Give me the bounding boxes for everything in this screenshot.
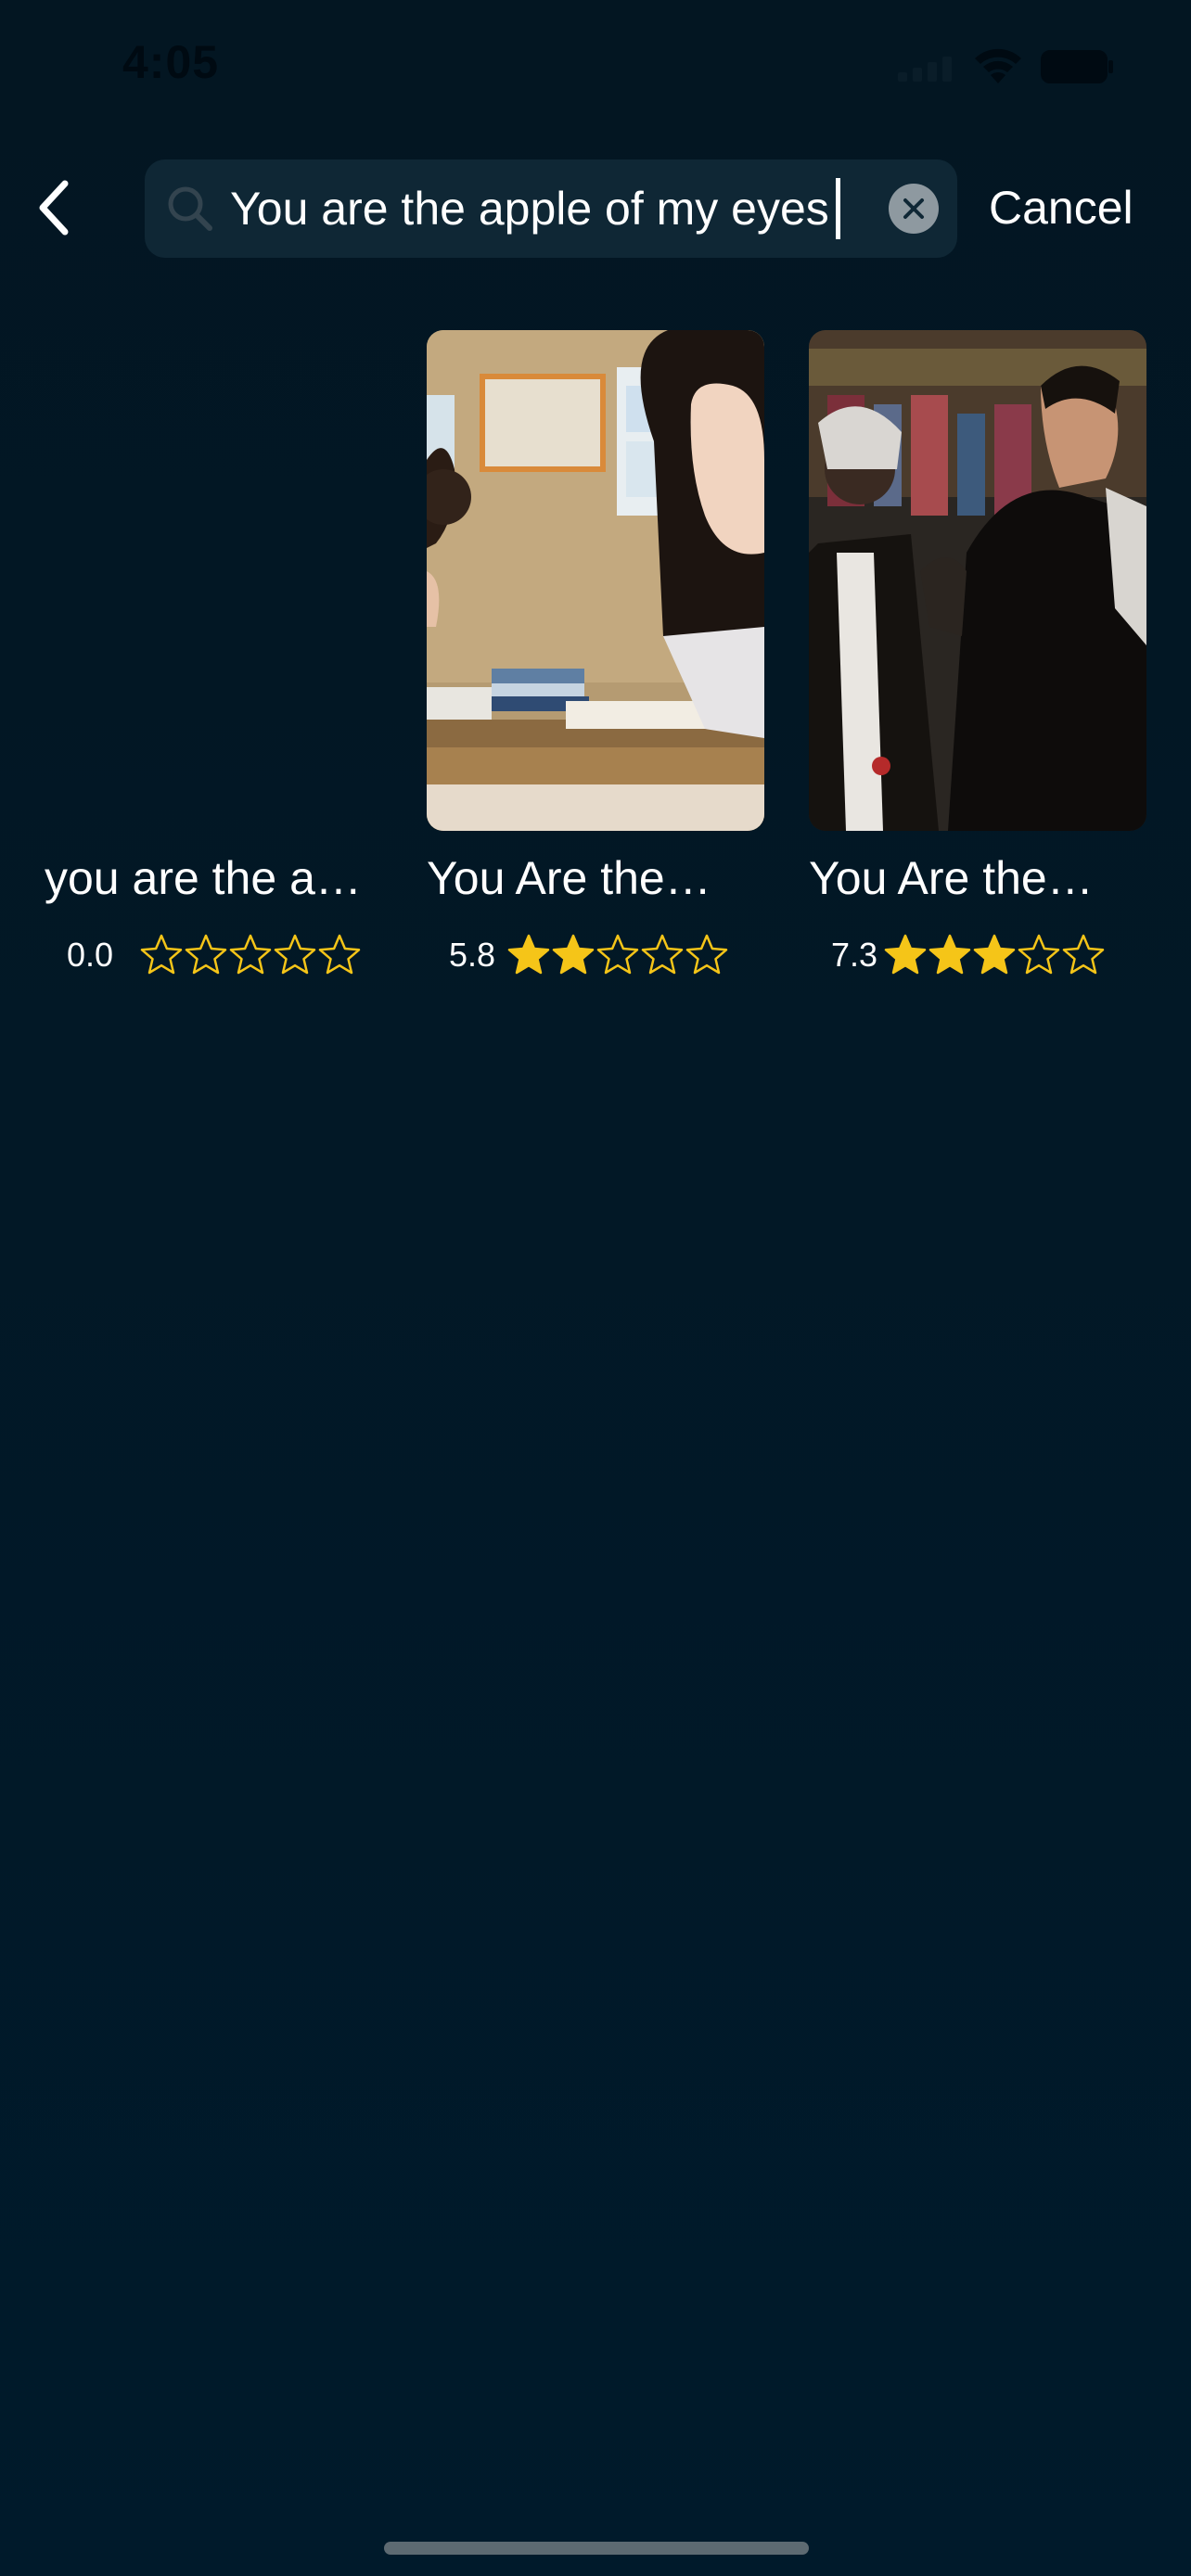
star-filled-icon xyxy=(552,934,595,975)
star-outline-icon xyxy=(229,934,272,975)
star-rating xyxy=(883,933,1106,977)
rating-value: 0.0 xyxy=(67,936,114,974)
star-filled-icon xyxy=(973,934,1016,975)
poster-classroom-image xyxy=(427,330,764,831)
star-filled-icon xyxy=(884,934,927,975)
clear-search-button[interactable] xyxy=(889,184,939,234)
star-outline-icon xyxy=(140,934,183,975)
rating-row: 0.0 xyxy=(45,927,362,983)
cancel-button[interactable]: Cancel xyxy=(989,180,1133,236)
wifi-icon xyxy=(975,48,1021,83)
text-cursor xyxy=(836,178,840,239)
battery-icon xyxy=(1041,50,1113,83)
star-outline-icon xyxy=(685,934,728,975)
poster-street-image xyxy=(809,330,1146,831)
search-icon xyxy=(168,186,212,231)
poster-image xyxy=(809,330,1146,831)
star-outline-icon xyxy=(641,934,684,975)
rating-row: 5.8 xyxy=(427,927,729,983)
close-icon xyxy=(903,198,924,219)
result-title: You Are the… xyxy=(809,852,1094,904)
cellular-signal-icon xyxy=(898,57,952,82)
poster-placeholder xyxy=(45,330,382,831)
home-indicator[interactable] xyxy=(384,2542,809,2555)
star-rating xyxy=(506,933,729,977)
status-time: 4:05 xyxy=(122,36,220,88)
star-outline-icon xyxy=(1018,934,1060,975)
back-button[interactable] xyxy=(24,178,83,237)
star-outline-icon xyxy=(318,934,361,975)
star-outline-icon xyxy=(274,934,316,975)
result-title: you are the a… xyxy=(45,852,362,904)
poster-image xyxy=(427,330,764,831)
chevron-left-icon xyxy=(39,180,69,236)
star-outline-icon xyxy=(1062,934,1105,975)
rating-value: 5.8 xyxy=(449,936,496,974)
star-outline-icon xyxy=(185,934,227,975)
star-rating xyxy=(139,933,362,977)
rating-row: 7.3 xyxy=(809,927,1106,983)
star-filled-icon xyxy=(928,934,971,975)
star-filled-icon xyxy=(507,934,550,975)
result-title: You Are the… xyxy=(427,852,711,904)
star-outline-icon xyxy=(596,934,639,975)
rating-value: 7.3 xyxy=(831,936,878,974)
search-input[interactable]: You are the apple of my eyes xyxy=(230,180,829,237)
search-results-screen: 4:05 You are the apple of my eyes Cancel xyxy=(0,0,1191,2576)
